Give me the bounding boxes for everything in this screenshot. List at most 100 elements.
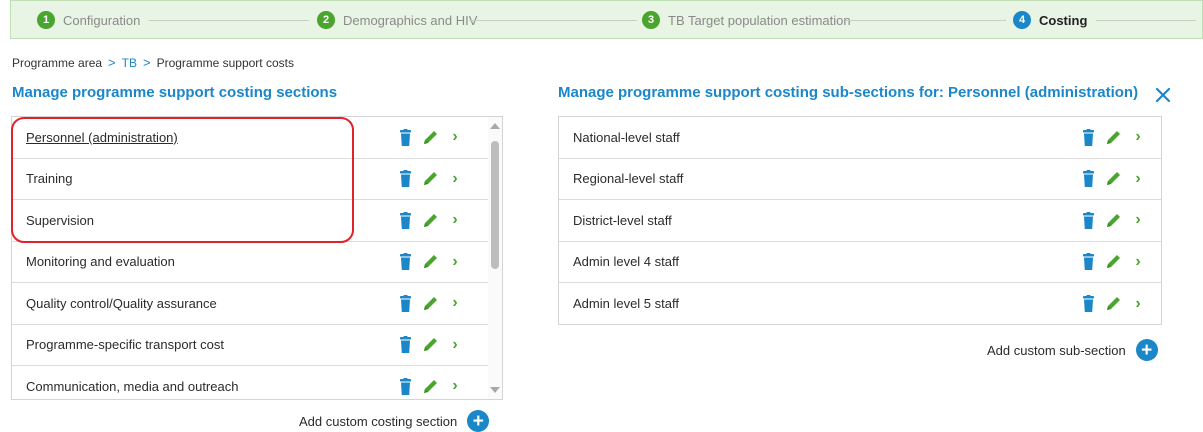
breadcrumb-tb[interactable]: TB — [122, 56, 137, 70]
list-item[interactable]: Programme-specific transport cost › — [12, 325, 502, 366]
sub-sections-title: Manage programme support costing sub-sec… — [558, 84, 1139, 101]
trash-icon[interactable] — [1083, 295, 1094, 313]
pencil-icon[interactable] — [422, 336, 439, 353]
pencil-icon[interactable] — [422, 253, 439, 270]
breadcrumb-programme-area[interactable]: Programme area — [12, 56, 102, 70]
chevron-right-icon[interactable]: › — [1133, 128, 1143, 146]
step-number: 2 — [317, 11, 335, 29]
list-item[interactable]: National-level staff › — [559, 117, 1161, 159]
list-item[interactable]: Training › — [12, 159, 502, 200]
list-item[interactable]: Monitoring and evaluation › — [12, 242, 502, 283]
pencil-icon[interactable] — [1105, 170, 1122, 187]
scrollbar-thumb[interactable] — [491, 141, 499, 269]
chevron-right-icon[interactable]: › — [1133, 295, 1143, 313]
add-sub-section-label[interactable]: Add custom sub-section — [987, 343, 1126, 358]
row-actions: › — [400, 253, 460, 271]
step-number: 4 — [1013, 11, 1031, 29]
chevron-right-icon[interactable]: › — [450, 336, 460, 354]
plus-circle-icon[interactable]: + — [467, 410, 490, 432]
scroll-down-arrow-icon[interactable] — [490, 387, 500, 393]
pencil-icon[interactable] — [422, 170, 439, 187]
pencil-icon[interactable] — [422, 212, 439, 229]
scrollbar[interactable] — [488, 117, 502, 399]
list-item-label[interactable]: District-level staff — [573, 213, 1161, 228]
trash-icon[interactable] — [400, 253, 411, 271]
step-costing[interactable]: 4 Costing — [1013, 1, 1087, 39]
list-item[interactable]: Communication, media and outreach › — [12, 366, 502, 399]
list-item[interactable]: Supervision › — [12, 200, 502, 242]
list-item[interactable]: Admin level 4 staff › — [559, 242, 1161, 283]
step-label: Costing — [1039, 12, 1088, 28]
step-tb-target-population[interactable]: 3 TB Target population estimation — [642, 1, 851, 39]
list-item-label[interactable]: National-level staff — [573, 130, 1161, 145]
chevron-right-icon[interactable]: › — [450, 253, 460, 271]
list-item-label[interactable]: Admin level 5 staff — [573, 296, 1161, 311]
row-actions: › — [400, 336, 460, 354]
pencil-icon[interactable] — [422, 129, 439, 146]
sub-sections-list: National-level staff › Regional-level staf… — [558, 116, 1162, 325]
list-item-label[interactable]: Regional-level staff — [573, 171, 1161, 186]
costing-sections-list: Personnel (administration) › Training › Supe… — [11, 116, 503, 400]
step-number: 1 — [37, 11, 55, 29]
breadcrumb-separator: > — [142, 55, 151, 70]
step-connector — [149, 20, 309, 21]
chevron-right-icon[interactable]: › — [1133, 211, 1143, 229]
trash-icon[interactable] — [400, 128, 411, 146]
close-icon[interactable] — [1154, 86, 1172, 104]
trash-icon[interactable] — [1083, 128, 1094, 146]
row-actions: › — [1083, 253, 1143, 271]
chevron-right-icon[interactable]: › — [450, 128, 460, 146]
add-costing-section-label[interactable]: Add custom costing section — [299, 414, 457, 429]
row-actions: › — [400, 294, 460, 312]
trash-icon[interactable] — [1083, 170, 1094, 188]
pencil-icon[interactable] — [1105, 212, 1122, 229]
scroll-up-arrow-icon[interactable] — [490, 123, 500, 129]
list-item[interactable]: Regional-level staff › — [559, 159, 1161, 200]
step-label: TB Target population estimation — [668, 12, 851, 28]
breadcrumb-separator: > — [108, 55, 116, 70]
pencil-icon[interactable] — [1105, 295, 1122, 312]
chevron-right-icon[interactable]: › — [1133, 170, 1143, 188]
pencil-icon[interactable] — [422, 295, 439, 312]
costing-sections-title: Manage programme support costing section… — [12, 84, 338, 101]
row-actions: › — [400, 211, 460, 229]
chevron-right-icon[interactable]: › — [450, 377, 460, 395]
step-demographics-hiv[interactable]: 2 Demographics and HIV — [317, 1, 477, 39]
trash-icon[interactable] — [1083, 211, 1094, 229]
step-number: 3 — [642, 11, 660, 29]
add-sub-section[interactable]: Add custom sub-section + — [987, 339, 1158, 361]
chevron-right-icon[interactable]: › — [1133, 253, 1143, 271]
pencil-icon[interactable] — [1105, 129, 1122, 146]
list-item[interactable]: Quality control/Quality assurance › — [12, 283, 502, 325]
trash-icon[interactable] — [400, 170, 411, 188]
chevron-right-icon[interactable]: › — [450, 294, 460, 312]
breadcrumb: Programme area > TB > Programme support … — [12, 55, 294, 70]
pencil-icon[interactable] — [1105, 253, 1122, 270]
progress-stepper: 1 Configuration 2 Demographics and HIV 3… — [10, 0, 1203, 39]
trash-icon[interactable] — [1083, 253, 1094, 271]
row-actions: › — [1083, 170, 1143, 188]
row-actions: › — [1083, 295, 1143, 313]
step-label: Demographics and HIV — [343, 12, 478, 28]
trash-icon[interactable] — [400, 211, 411, 229]
step-configuration[interactable]: 1 Configuration — [37, 1, 140, 39]
list-item[interactable]: Personnel (administration) › — [12, 117, 502, 159]
add-costing-section[interactable]: Add custom costing section + — [299, 410, 490, 432]
row-actions: › — [1083, 211, 1143, 229]
list-item-label[interactable]: Admin level 4 staff — [573, 254, 1161, 269]
trash-icon[interactable] — [400, 294, 411, 312]
row-actions: › — [400, 377, 460, 395]
plus-circle-icon[interactable]: + — [1135, 339, 1158, 361]
chevron-right-icon[interactable]: › — [450, 211, 460, 229]
pencil-icon[interactable] — [422, 378, 439, 395]
chevron-right-icon[interactable]: › — [450, 170, 460, 188]
row-actions: › — [400, 170, 460, 188]
trash-icon[interactable] — [400, 336, 411, 354]
step-label: Configuration — [63, 12, 141, 28]
row-actions: › — [400, 128, 460, 146]
trash-icon[interactable] — [400, 377, 411, 395]
row-actions: › — [1083, 128, 1143, 146]
breadcrumb-current: Programme support costs — [156, 55, 294, 70]
list-item[interactable]: Admin level 5 staff › — [559, 283, 1161, 324]
list-item[interactable]: District-level staff › — [559, 200, 1161, 242]
